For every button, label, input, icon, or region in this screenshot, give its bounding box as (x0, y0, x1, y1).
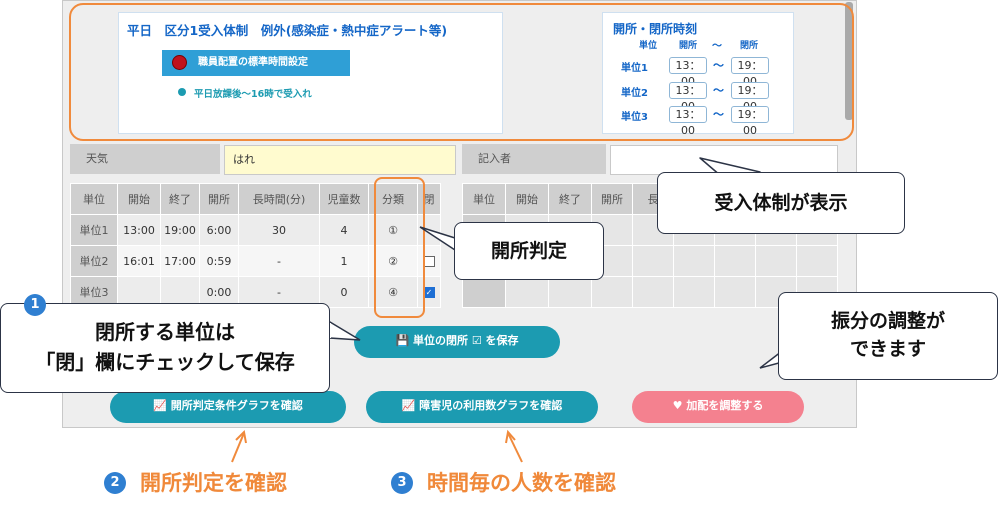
callout-system-shown: 受入体制が表示 (657, 172, 905, 234)
callout-closure-save: 閉所する単位は 「閉」欄にチェックして保存 (0, 303, 330, 393)
callout-line: できます (849, 338, 926, 360)
callout-opening-judgment: 開所判定 (454, 222, 604, 280)
callout-line: 「閉」欄にチェックして保存 (35, 350, 295, 374)
callout-line: 振分の調整が (830, 310, 945, 332)
step-1-badge: 1 (24, 294, 46, 316)
step-2-badge: 2 (104, 472, 126, 494)
callout-line: 閉所する単位は (95, 320, 235, 344)
step-3-text: 時間毎の人数を確認 (427, 471, 616, 495)
step-2-text: 開所判定を確認 (140, 471, 287, 495)
callout-allocation: 振分の調整が できます (778, 292, 998, 380)
step-3-badge: 3 (391, 472, 413, 494)
